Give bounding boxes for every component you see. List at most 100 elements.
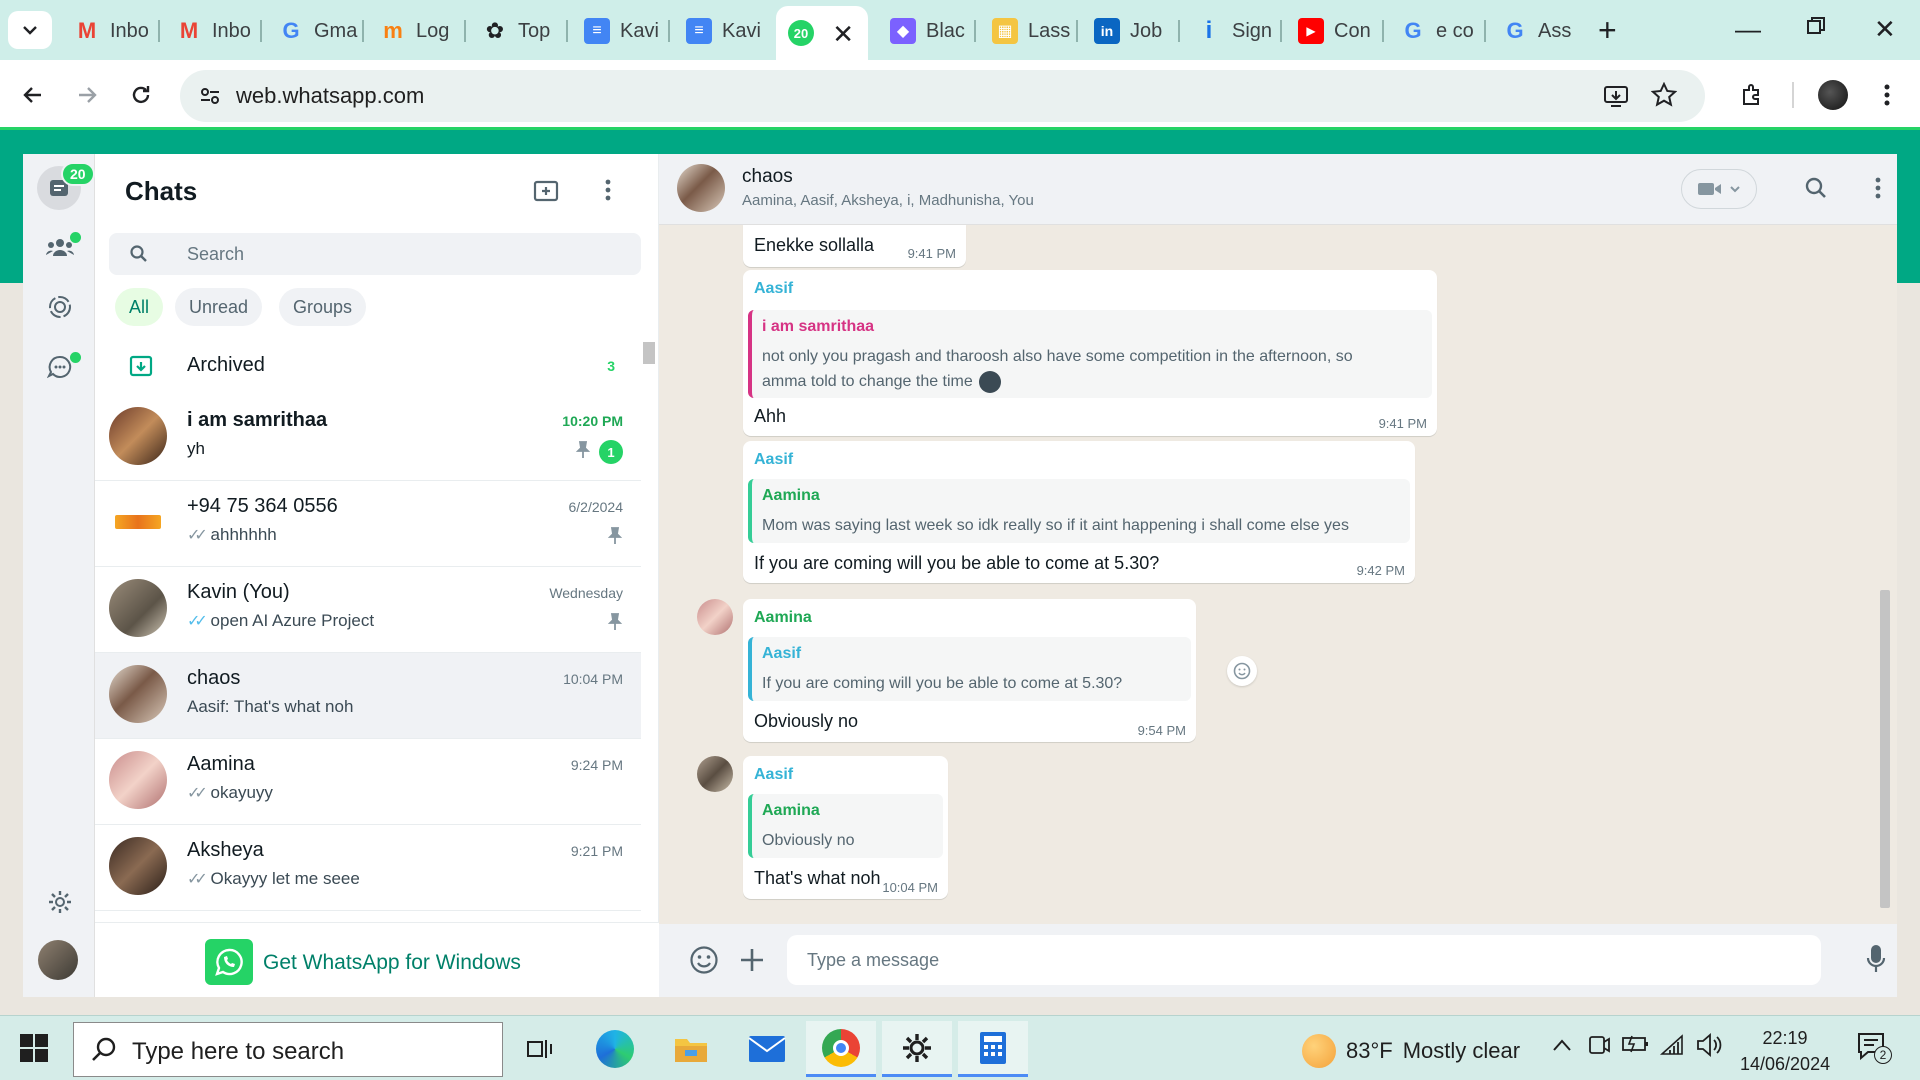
settings-nav-button[interactable] (39, 881, 81, 923)
tab-sign[interactable]: i Sign (1184, 12, 1276, 50)
more-vertical-icon (1875, 177, 1881, 199)
chat-row-phone[interactable]: +94 75 364 0556 ✓✓ ahhhhhh 6/2/2024 (95, 481, 641, 567)
browser-menu-button[interactable] (1870, 78, 1904, 112)
quoted-message[interactable]: Aasif If you are coming will you be able… (748, 637, 1191, 701)
chat-row-kavin[interactable]: Kavin (You) ✓✓ open AI Azure Project Wed… (95, 567, 641, 653)
back-button[interactable] (16, 78, 50, 112)
chat-name: Kavin (You) (187, 581, 290, 603)
tab-search-button[interactable] (8, 11, 52, 49)
calculator-taskbar-app[interactable] (958, 1021, 1028, 1077)
archived-row[interactable]: Archived 3 (95, 339, 641, 395)
tab-google-1[interactable]: Ge co (1388, 12, 1480, 50)
chrome-taskbar-app[interactable] (806, 1021, 876, 1077)
gear-icon (903, 1033, 931, 1062)
tab-kavin-doc-1[interactable]: ≡ Kavi (572, 12, 664, 50)
quoted-message[interactable]: Aamina Obviously no (748, 794, 943, 858)
system-clock[interactable]: 22:19 14/06/2024 (1740, 1025, 1830, 1077)
filter-unread[interactable]: Unread (175, 288, 263, 326)
get-whatsapp-link[interactable]: Get WhatsApp for Windows (263, 951, 521, 975)
new-chat-button[interactable] (533, 178, 561, 204)
tab-linkedin-jobs[interactable]: in Job (1082, 12, 1174, 50)
my-profile-avatar[interactable] (38, 940, 78, 980)
taskbar-search-box[interactable]: Type here to search (73, 1022, 503, 1077)
new-tab-button[interactable]: + (1598, 12, 1617, 49)
bookmark-star-icon[interactable] (1651, 82, 1677, 108)
wifi-icon[interactable] (1660, 1034, 1684, 1056)
tab-lassonde[interactable]: ▦ Lass (980, 12, 1072, 50)
battery-icon[interactable] (1622, 1034, 1650, 1054)
chat-row-aamina[interactable]: Aamina ✓✓ okayuyy 9:24 PM (95, 739, 641, 825)
forward-button[interactable] (70, 78, 104, 112)
show-hidden-icons-button[interactable] (1552, 1038, 1572, 1052)
window-close-button[interactable]: ✕ (1874, 14, 1896, 45)
tab-whatsapp[interactable]: 20 ✕ (776, 6, 868, 60)
video-call-button[interactable] (1681, 169, 1757, 209)
chat-name: Aamina (187, 753, 255, 775)
profile-avatar[interactable] (1816, 78, 1850, 112)
sender-avatar[interactable] (697, 599, 733, 635)
message-bubble[interactable]: Aasif i am samrithaa not only you pragas… (743, 270, 1437, 436)
tab-gmail[interactable]: G Gma (266, 12, 358, 50)
message-bubble[interactable]: Aamina Aasif If you are coming will you … (743, 599, 1196, 742)
chevron-down-icon (1730, 186, 1740, 193)
search-messages-button[interactable] (1804, 176, 1828, 200)
quoted-text: not only you pragash and tharoosh also h… (762, 344, 1353, 394)
close-icon[interactable]: ✕ (832, 19, 854, 50)
address-bar[interactable]: web.whatsapp.com (180, 70, 1705, 122)
message-input[interactable]: Type a message (787, 935, 1821, 985)
chat-row-chaos[interactable]: chaos Aasif: That's what noh 10:04 PM (95, 653, 641, 739)
install-app-icon[interactable] (1603, 83, 1629, 109)
tab-youtube[interactable]: ▶ Con (1286, 12, 1378, 50)
file-explorer-taskbar-app[interactable] (656, 1021, 726, 1077)
start-button[interactable] (20, 1034, 48, 1062)
volume-icon[interactable] (1696, 1033, 1722, 1057)
voice-message-button[interactable] (1866, 944, 1886, 974)
settings-taskbar-app[interactable] (882, 1021, 952, 1077)
conversation-header[interactable]: chaos Aamina, Aasif, Aksheya, i, Madhuni… (659, 154, 1897, 225)
message-sender: Aasif (754, 766, 794, 783)
quoted-message[interactable]: i am samrithaa not only you pragash and … (748, 310, 1432, 398)
tab-kavin-doc-2[interactable]: ≡ Kavi (674, 12, 766, 50)
mail-taskbar-app[interactable] (732, 1021, 802, 1077)
attach-button[interactable] (739, 947, 765, 973)
avatar (109, 751, 167, 809)
filter-groups[interactable]: Groups (279, 288, 367, 326)
status-nav-button[interactable] (39, 286, 81, 328)
extensions-button[interactable] (1736, 78, 1770, 112)
tab-inbox-2[interactable]: M Inbo (164, 12, 256, 50)
chat-row-aksheya[interactable]: Aksheya ✓✓ Okayyy let me seee 9:21 PM (95, 825, 641, 911)
react-button[interactable] (1227, 656, 1257, 686)
tab-google-2[interactable]: G Ass (1490, 12, 1582, 50)
chatlist-menu-button[interactable] (605, 178, 611, 202)
messages-scrollbar[interactable] (1880, 590, 1890, 908)
notifications-button[interactable]: 2 (1856, 1030, 1892, 1064)
meet-now-icon[interactable] (1588, 1033, 1610, 1057)
chat-search-input[interactable]: Search (109, 233, 641, 275)
tab-top[interactable]: ✿ Top (470, 12, 562, 50)
filter-all[interactable]: All (115, 288, 164, 326)
reload-button[interactable] (124, 78, 158, 112)
chats-title: Chats (125, 176, 198, 206)
tab-inbox-1[interactable]: M Inbo (62, 12, 154, 50)
calculator-icon (980, 1031, 1006, 1064)
minimize-button[interactable]: — (1735, 14, 1761, 45)
quoted-sender: Aamina (762, 487, 820, 504)
chat-row-samrithaa[interactable]: i am samrithaa yh 10:20 PM 1 (95, 395, 641, 481)
sender-avatar[interactable] (697, 756, 733, 792)
quoted-message[interactable]: Aamina Mom was saying last week so idk r… (748, 479, 1410, 543)
message-bubble[interactable]: Aasif Aamina Obviously no That's what no… (743, 756, 948, 899)
message-bubble[interactable]: Enekke sollalla 9:41 PM (743, 225, 966, 267)
restore-button[interactable] (1806, 16, 1826, 36)
edge-taskbar-app[interactable] (580, 1021, 650, 1077)
group-avatar[interactable] (677, 164, 725, 212)
conversation-menu-button[interactable] (1875, 176, 1881, 200)
task-view-button[interactable] (505, 1021, 575, 1077)
tab-log[interactable]: m Log (368, 12, 460, 50)
tab-blackbox[interactable]: ◆ Blac (878, 12, 970, 50)
get-whatsapp-banner[interactable]: Get WhatsApp for Windows (95, 922, 659, 997)
weather-widget[interactable]: 83°F Mostly clear (1302, 1034, 1520, 1068)
emoji-button[interactable] (689, 945, 719, 975)
message-bubble[interactable]: Aasif Aamina Mom was saying last week so… (743, 441, 1415, 583)
chatlist-scrollbar[interactable] (643, 342, 655, 364)
site-settings-icon[interactable] (198, 84, 222, 108)
